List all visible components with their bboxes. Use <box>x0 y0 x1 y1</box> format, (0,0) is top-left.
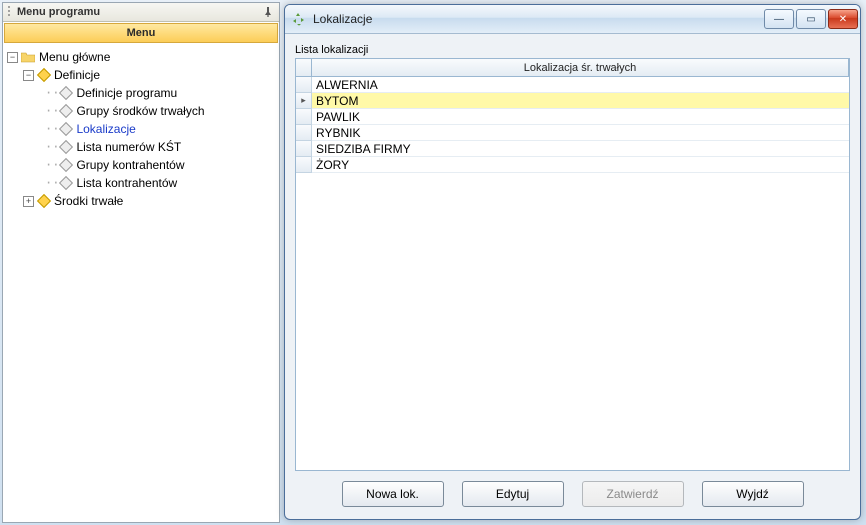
expander-icon[interactable]: − <box>23 70 34 81</box>
ok-button: Zatwierdź <box>582 481 684 507</box>
tree-leaf[interactable]: ·· Definicje programu <box>5 84 277 102</box>
diamond-icon <box>59 104 73 118</box>
table-row[interactable]: ŻORY <box>296 157 849 173</box>
tree-label: Lista kontrahentów <box>76 174 177 192</box>
tree-leaf[interactable]: ·· Grupy kontrahentów <box>5 156 277 174</box>
cell: SIEDZIBA FIRMY <box>312 141 849 157</box>
grid-header: Lokalizacja śr. trwałych <box>296 59 849 77</box>
minimize-button[interactable]: — <box>764 9 794 29</box>
grid-body[interactable]: ALWERNIA▸BYTOMPAWLIKRYBNIKSIEDZIBA FIRMY… <box>296 77 849 470</box>
row-header <box>296 109 312 125</box>
tree-label: Definicje <box>54 66 100 84</box>
maximize-button[interactable]: ▭ <box>796 9 826 29</box>
recycle-icon <box>291 11 307 27</box>
row-header <box>296 141 312 157</box>
list-label: Lista lokalizacji <box>295 44 850 56</box>
panel-titlebar: Menu programu <box>3 3 279 22</box>
tree-label: Grupy kontrahentów <box>76 156 184 174</box>
tree-branch-definicje[interactable]: − Definicje <box>5 66 277 84</box>
window-client: Lista lokalizacji Lokalizacja śr. trwały… <box>285 34 860 519</box>
row-header <box>296 125 312 141</box>
tree-connector: ·· <box>45 174 59 192</box>
diamond-icon <box>59 158 73 172</box>
tree-root[interactable]: − Menu główne <box>5 48 277 66</box>
panel-title: Menu programu <box>17 6 100 18</box>
cell: RYBNIK <box>312 125 849 141</box>
table-row[interactable]: ALWERNIA <box>296 77 849 93</box>
cell: ŻORY <box>312 157 849 173</box>
expander-icon[interactable]: − <box>7 52 18 63</box>
row-header <box>296 77 312 93</box>
tree-label: Grupy środków trwałych <box>76 102 204 120</box>
tree-label: Menu główne <box>39 48 110 66</box>
tree-leaf-lokalizacje[interactable]: ·· Lokalizacje <box>5 120 277 138</box>
cell: BYTOM <box>312 93 849 109</box>
table-row[interactable]: PAWLIK <box>296 109 849 125</box>
cell: PAWLIK <box>312 109 849 125</box>
tree-leaf[interactable]: ·· Grupy środków trwałych <box>5 102 277 120</box>
edit-button[interactable]: Edytuj <box>462 481 564 507</box>
tree-connector: ·· <box>45 156 59 174</box>
diamond-icon <box>59 122 73 136</box>
diamond-icon <box>59 140 73 154</box>
row-header <box>296 157 312 173</box>
tree-branch-srodki[interactable]: + Środki trwałe <box>5 192 277 210</box>
grid: Lokalizacja śr. trwałych ALWERNIA▸BYTOMP… <box>295 58 850 471</box>
tree: − Menu główne − Definicje ·· Definicje p… <box>3 44 279 214</box>
button-bar: Nowa lok. Edytuj Zatwierdź Wyjdź <box>295 471 850 511</box>
tree-connector: ·· <box>45 138 59 156</box>
window-controls: — ▭ ✕ <box>764 9 860 29</box>
window-titlebar[interactable]: Lokalizacje — ▭ ✕ <box>285 5 860 34</box>
folder-icon <box>21 51 35 63</box>
tree-leaf[interactable]: ·· Lista kontrahentów <box>5 174 277 192</box>
menu-panel: Menu programu Menu − Menu główne − Defin… <box>2 2 280 523</box>
tree-label: Definicje programu <box>76 84 177 102</box>
new-button[interactable]: Nowa lok. <box>342 481 444 507</box>
grip-icon <box>7 5 13 19</box>
tree-leaf[interactable]: ·· Lista numerów KŚT <box>5 138 277 156</box>
tree-label: Środki trwałe <box>54 192 123 210</box>
table-row[interactable]: ▸BYTOM <box>296 93 849 109</box>
table-row[interactable]: SIEDZIBA FIRMY <box>296 141 849 157</box>
row-header: ▸ <box>296 93 312 109</box>
close-button[interactable]: ✕ <box>828 9 858 29</box>
tree-label[interactable]: Lokalizacje <box>76 120 135 138</box>
window-title: Lokalizacje <box>313 12 372 26</box>
tree-connector: ·· <box>45 84 59 102</box>
diamond-icon <box>37 68 51 82</box>
diamond-icon <box>37 194 51 208</box>
pin-icon[interactable] <box>261 5 275 19</box>
tree-connector: ·· <box>45 102 59 120</box>
exit-button[interactable]: Wyjdź <box>702 481 804 507</box>
diamond-icon <box>59 176 73 190</box>
grid-corner <box>296 59 312 77</box>
expander-icon[interactable]: + <box>23 196 34 207</box>
cell: ALWERNIA <box>312 77 849 93</box>
column-header[interactable]: Lokalizacja śr. trwałych <box>312 59 849 77</box>
menu-header: Menu <box>4 23 278 43</box>
desktop: Menu programu Menu − Menu główne − Defin… <box>0 0 866 525</box>
diamond-icon <box>59 86 73 100</box>
tree-label: Lista numerów KŚT <box>76 138 181 156</box>
tree-connector: ·· <box>45 120 59 138</box>
table-row[interactable]: RYBNIK <box>296 125 849 141</box>
window-lokalizacje: Lokalizacje — ▭ ✕ Lista lokalizacji Loka… <box>284 4 861 520</box>
